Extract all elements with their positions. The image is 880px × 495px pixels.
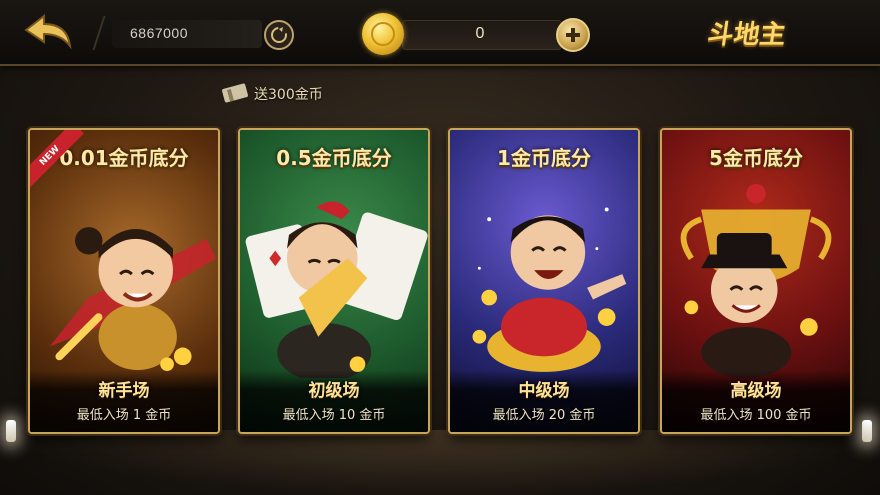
gold-coin-icon (362, 13, 404, 55)
character-illustration (245, 201, 428, 378)
room-name: 中级场 (518, 381, 570, 401)
coin-balance: 0 (475, 25, 485, 42)
room-min-entry: 最低入场 1 金币 (76, 408, 172, 423)
promo-text: 送300金币 (254, 87, 323, 103)
character-illustration (49, 227, 217, 372)
right-lamp (862, 420, 872, 442)
back-button[interactable] (22, 12, 74, 52)
room-card-intermediate[interactable]: 1金币底分 中级场 最低入场 20 金币 (448, 128, 640, 434)
promo-banner[interactable]: 送300金币 (220, 82, 380, 104)
game-logo: 斗地主 (705, 20, 788, 50)
room-card-novice[interactable]: 0.01金币底分 新手场 最低入场 1 金币 NEW (28, 128, 220, 434)
divider (92, 16, 114, 50)
room-base-score: 0.5金币底分 (276, 146, 392, 170)
left-lamp (6, 420, 16, 442)
room-base-score: 1金币底分 (497, 146, 591, 170)
character-illustration (472, 207, 627, 372)
top-bar: 6867000 0 斗地主 (0, 0, 880, 66)
refresh-icon (271, 27, 287, 43)
user-id: 6867000 (130, 25, 189, 41)
add-coins-button[interactable] (556, 18, 590, 52)
room-card-beginner[interactable]: 0.5金币底分 初级场 最低入场 10 金币 (238, 128, 430, 434)
room-card-advanced[interactable]: 5金币底分 高级场 最低入场 100 金币 (660, 128, 852, 434)
room-min-entry: 最低入场 20 金币 (492, 408, 596, 423)
refresh-button[interactable] (264, 20, 294, 50)
room-min-entry: 最低入场 10 金币 (282, 408, 386, 423)
room-name: 高级场 (730, 381, 782, 401)
back-arrow-icon (24, 13, 72, 50)
character-illustration (680, 184, 832, 378)
floor-glow (0, 430, 880, 495)
gift-ticket-icon (222, 83, 248, 103)
room-base-score: 5金币底分 (709, 146, 803, 170)
room-min-entry: 最低入场 100 金币 (700, 408, 812, 423)
room-name: 初级场 (308, 381, 360, 401)
room-name: 新手场 (98, 381, 150, 401)
